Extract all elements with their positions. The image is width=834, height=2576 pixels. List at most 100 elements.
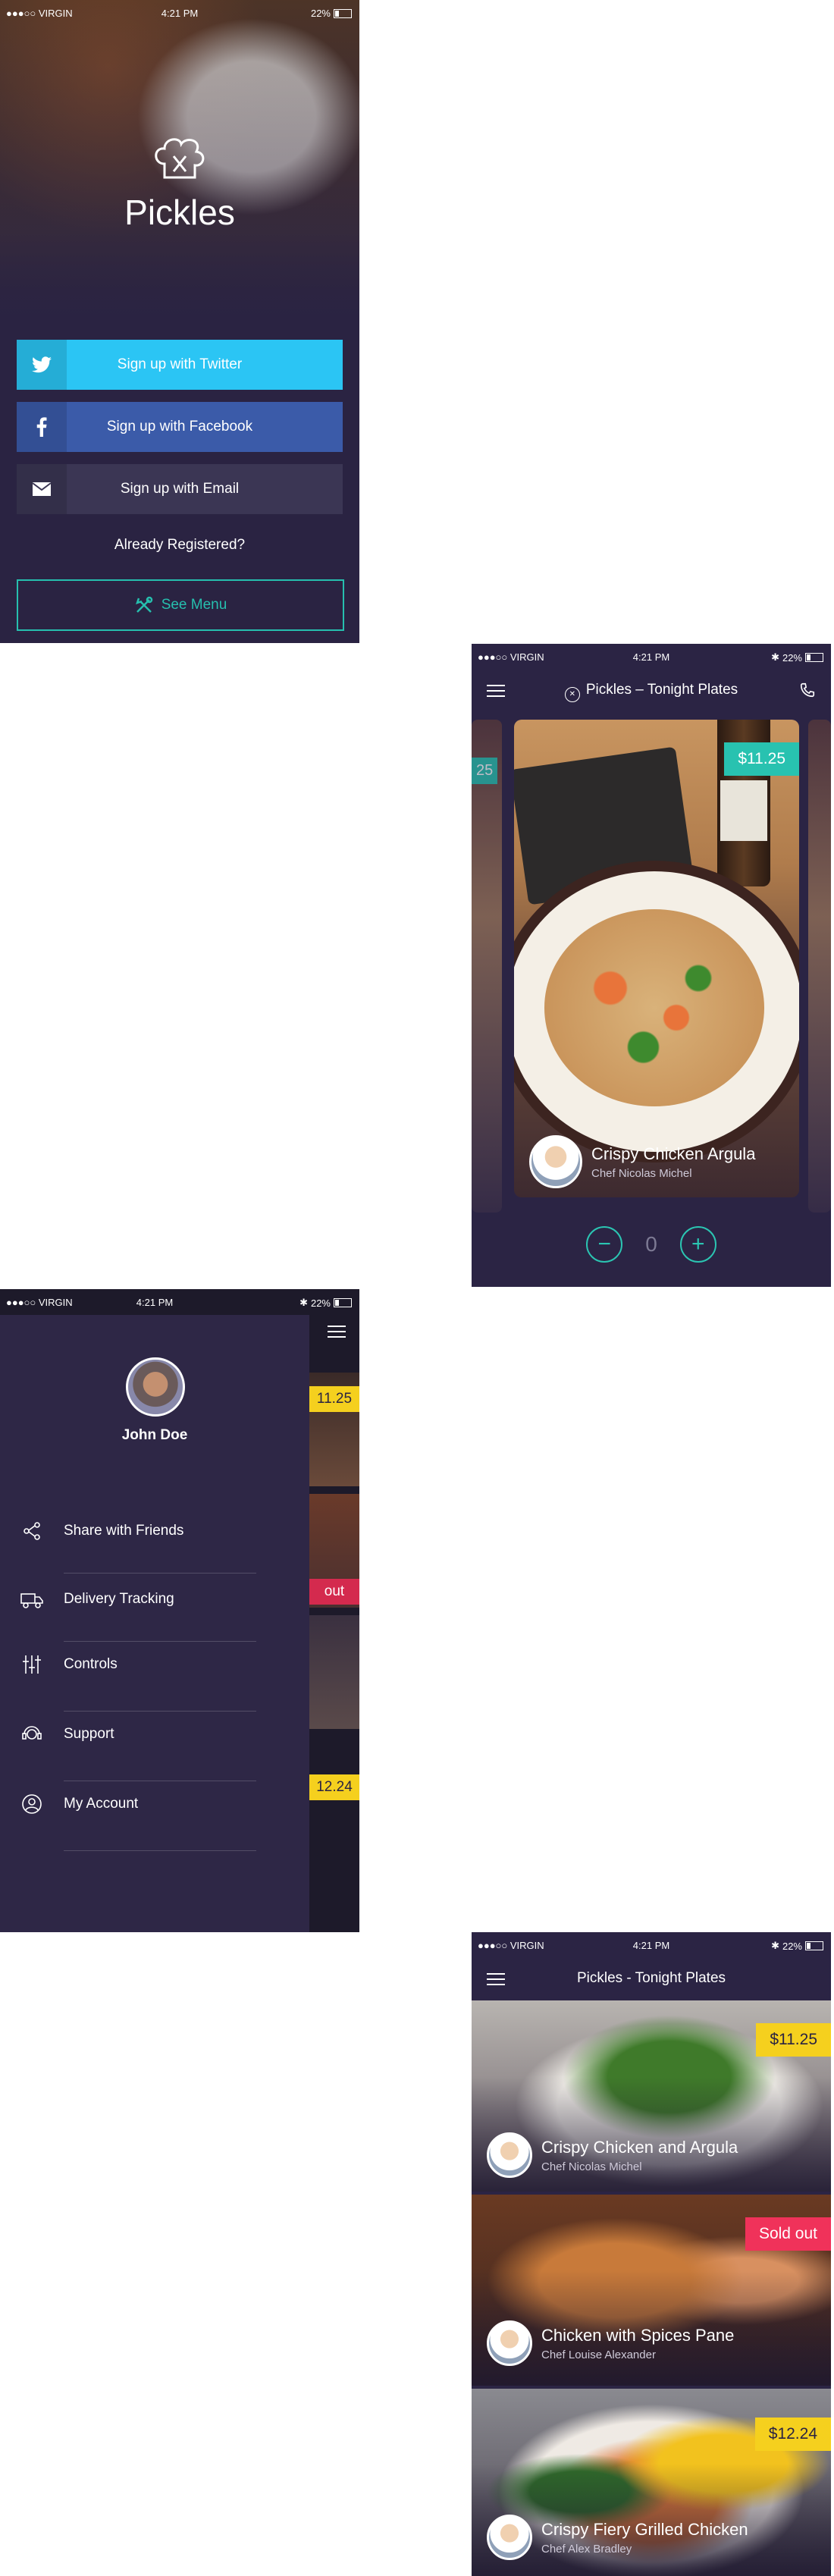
dish-name: Crispy Chicken and Argula — [541, 2137, 738, 2157]
signup-screen: ●●●○○ VIRGIN 4:21 PM 22% Pickles Sign up… — [0, 0, 359, 643]
peek-price-1: 11.25 — [309, 1386, 359, 1412]
sold-out-badge: Sold out — [745, 2217, 831, 2251]
brand-name: Pickles — [124, 193, 235, 232]
menu-icon[interactable] — [328, 1326, 346, 1338]
battery-icon — [805, 1941, 823, 1950]
navigation-drawer: John Doe Share with Friends Delivery Tra… — [0, 1315, 309, 1932]
bottle-label-image — [720, 780, 767, 841]
status-bar: ●●●○○ VIRGIN 4:21 PM ✱ 22% — [472, 644, 831, 670]
chef-info: Chicken with Spices Pane Chef Louise Ale… — [487, 2320, 734, 2366]
envelope-icon — [17, 464, 67, 514]
status-bar: ●●●○○ VIRGIN 4:21 PM 22% — [0, 0, 359, 26]
food-image — [544, 909, 764, 1106]
chef-name: Chef Nicolas Michel — [591, 1166, 692, 1180]
dish-name: Crispy Chicken Argula — [591, 1144, 756, 1163]
user-name: John Doe — [121, 1427, 188, 1443]
quantity-value: 0 — [645, 1232, 657, 1256]
facebook-signup-label: Sign up with Facebook — [106, 419, 253, 435]
menu-divider — [64, 1850, 256, 1851]
screen-title-text: Pickles – Tonight Plates — [585, 682, 738, 698]
battery-icon — [334, 8, 352, 18]
user-icon — [0, 1793, 64, 1815]
menu-item-my-account[interactable]: My Account — [0, 1770, 258, 1838]
delivery-truck-icon — [0, 1589, 64, 1609]
battery-percent: 22% — [310, 1297, 331, 1309]
previous-card-price: 25 — [472, 758, 498, 784]
menu-item-delivery-tracking[interactable]: Delivery Tracking — [0, 1565, 258, 1633]
menu-item-label: Share with Friends — [64, 1523, 184, 1539]
email-signup-label: Sign up with Email — [120, 481, 240, 497]
dish-detail-screen: ●●●○○ VIRGIN 4:21 PM ✱ 22% ✕ Pickles – Ton… — [472, 644, 831, 1287]
dish-name: Chicken with Spices Pane — [541, 2325, 735, 2345]
battery-icon — [805, 653, 823, 662]
battery-icon — [334, 1298, 352, 1307]
nav-bar: ✕ Pickles – Tonight Plates — [472, 670, 831, 712]
battery-indicator: ✱ 22% — [299, 1297, 352, 1309]
screen-title: Pickles - Tonight Plates — [576, 1970, 726, 1986]
chef-avatar — [487, 2515, 532, 2560]
chef-name: Chef Alex Bradley — [541, 2542, 632, 2556]
dish-list-screen: ●●●○○ VIRGIN 4:21 PM ✱ 22% Pickles - Toni… — [472, 1932, 831, 2576]
dish-card[interactable]: $11.25 Crispy Chicken Argula Chef Nicola… — [514, 720, 799, 1197]
bluetooth-icon: ✱ — [771, 651, 779, 663]
chef-hat-icon — [155, 138, 205, 179]
price-badge: $11.25 — [724, 742, 799, 776]
menu-item-label: Delivery Tracking — [64, 1591, 174, 1607]
battery-indicator: 22% — [311, 8, 352, 19]
battery-percent: 22% — [782, 1940, 802, 1952]
support-icon — [0, 1724, 64, 1745]
list-item[interactable]: $11.25 Crispy Chicken and Argula Chef Ni… — [472, 2000, 831, 2192]
chef-info: Crispy Chicken Argula Chef Nicolas Miche… — [529, 1135, 755, 1188]
clock: 4:21 PM — [161, 8, 199, 19]
status-bar: ●●●○○ VIRGIN 4:21 PM ✱ 22% — [472, 1932, 831, 1958]
chef-name: Chef Nicolas Michel — [541, 2160, 642, 2173]
see-menu-button[interactable]: See Menu — [17, 579, 344, 631]
menu-item-label: My Account — [64, 1796, 139, 1812]
price-badge: $11.25 — [756, 2023, 831, 2057]
user-avatar[interactable] — [126, 1357, 185, 1417]
phone-icon[interactable] — [799, 682, 816, 698]
next-card[interactable] — [808, 720, 831, 1213]
sliders-icon — [0, 1654, 64, 1675]
increase-button[interactable]: + — [679, 1226, 716, 1263]
chef-name: Chef Louise Alexander — [541, 2348, 656, 2361]
previous-card[interactable]: 25 — [472, 720, 502, 1213]
twitter-signup-label: Sign up with Twitter — [117, 356, 243, 372]
logo-badge-icon: ✕ — [564, 687, 580, 702]
menu-item-support[interactable]: Support — [0, 1700, 258, 1768]
peek-sold-out: out — [309, 1579, 359, 1605]
facebook-icon — [17, 402, 67, 452]
share-icon — [0, 1521, 64, 1541]
bluetooth-icon: ✱ — [299, 1297, 308, 1308]
chef-info: Crispy Fiery Grilled Chicken Chef Alex B… — [487, 2515, 748, 2560]
menu-item-controls[interactable]: Controls — [0, 1630, 258, 1699]
decrease-button[interactable]: − — [586, 1226, 623, 1263]
dish-name: Crispy Fiery Grilled Chicken — [541, 2519, 748, 2539]
already-registered-link[interactable]: Already Registered? — [0, 537, 359, 554]
chef-avatar — [487, 2320, 532, 2366]
chef-avatar — [529, 1135, 582, 1188]
menu-item-label: Support — [64, 1726, 114, 1742]
quantity-stepper: − 0 + — [472, 1226, 831, 1263]
email-signup-button[interactable]: Sign up with Email — [17, 464, 343, 514]
bluetooth-icon: ✱ — [771, 1940, 779, 1951]
app-logo: Pickles — [0, 133, 359, 233]
clock: 4:21 PM — [136, 1297, 174, 1308]
status-bar: ●●●○○ VIRGIN 4:21 PM ✱ 22% — [0, 1289, 359, 1315]
menu-item-share[interactable]: Share with Friends — [0, 1497, 258, 1565]
chef-avatar — [487, 2132, 532, 2178]
facebook-signup-button[interactable]: Sign up with Facebook — [17, 402, 343, 452]
screen-title: ✕ Pickles – Tonight Plates — [472, 682, 831, 702]
twitter-signup-button[interactable]: Sign up with Twitter — [17, 340, 343, 390]
peek-price-3: 12.24 — [309, 1774, 359, 1800]
battery-percent: 22% — [310, 8, 331, 19]
battery-indicator: ✱ 22% — [771, 1940, 823, 1952]
side-drawer-screen: 11.25 out 12.24 ●●●○○ VIRGIN 4:21 PM ✱ 22… — [0, 1289, 359, 1932]
battery-percent: 22% — [782, 651, 802, 664]
see-menu-label: See Menu — [161, 597, 227, 613]
menu-item-label: Controls — [64, 1656, 118, 1672]
list-item[interactable]: Sold out Chicken with Spices Pane Chef L… — [472, 2195, 831, 2386]
price-badge: $12.24 — [754, 2418, 831, 2451]
list-item[interactable]: $12.24 Crispy Fiery Grilled Chicken Chef… — [472, 2389, 831, 2576]
peek-card-3 — [309, 1615, 359, 1729]
